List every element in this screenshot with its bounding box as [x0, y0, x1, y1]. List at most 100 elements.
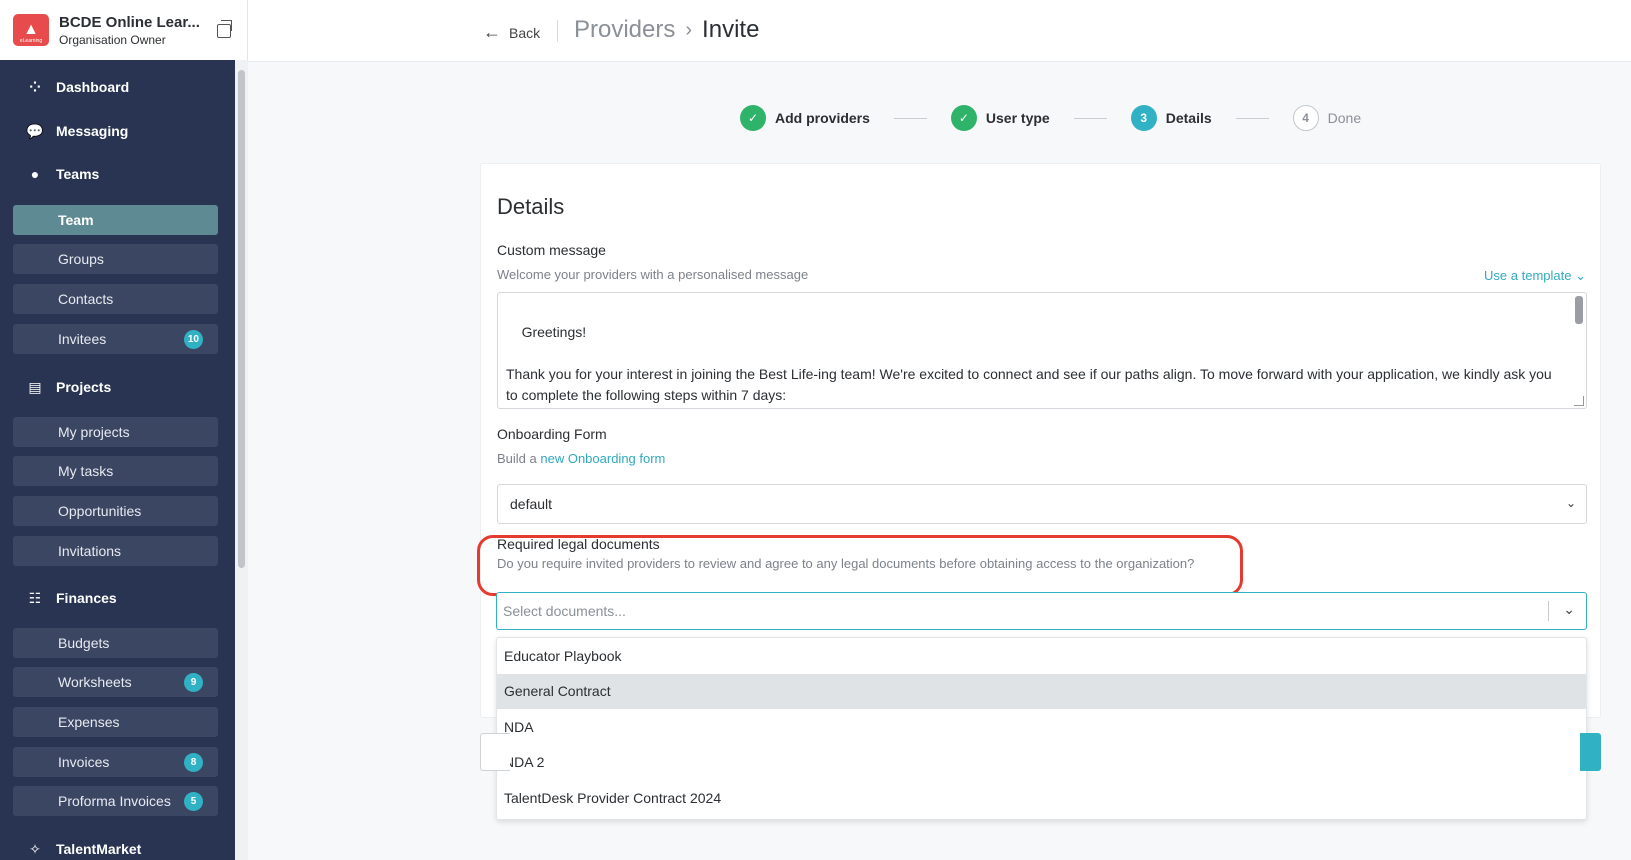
switch-org-icon[interactable] [217, 20, 232, 38]
menu-option[interactable]: NDA [497, 709, 1586, 745]
step-done: 4 Done [1292, 105, 1362, 131]
chevron-right-icon: › [685, 18, 693, 41]
step-label: User type [985, 110, 1050, 126]
sidebar-section-finances[interactable]: ☷ Finances [26, 589, 117, 607]
chevron-down-icon[interactable]: ⌄ [1563, 601, 1575, 618]
top-bar [248, 0, 1631, 62]
sidebar-scrollbar[interactable] [235, 60, 248, 860]
new-onboarding-form-link[interactable]: new Onboarding form [540, 451, 665, 466]
check-icon: ✓ [950, 105, 977, 131]
sidebar-item-label: Expenses [58, 714, 120, 730]
sidebar-item-label: Contacts [58, 291, 114, 307]
sidebar-section-label: Teams [56, 166, 100, 182]
legal-documents-menu: Educator Playbook General Contract NDA N… [496, 637, 1587, 820]
back-button[interactable]: ← Back [483, 22, 540, 43]
count-badge: 10 [183, 330, 203, 349]
sidebar-item-my-tasks[interactable]: My tasks [13, 456, 218, 486]
teams-icon: ● [30, 166, 40, 182]
sidebar-item-budgets[interactable]: Budgets [13, 628, 218, 658]
sidebar-section-dashboard[interactable]: ⁘ Dashboard [26, 78, 129, 96]
sidebar-item-invoices[interactable]: Invoices 8 [13, 747, 218, 777]
use-template-link[interactable]: Use a template ⌄ [1484, 268, 1586, 284]
step-label: Add providers [775, 110, 870, 126]
step-connector [1235, 117, 1269, 119]
custom-message-text: Greetings! Thank you for your interest i… [506, 324, 1552, 403]
org-logo-text: eLearning [19, 38, 43, 44]
messaging-icon: 💬 [26, 122, 44, 139]
sidebar-item-groups[interactable]: Groups [13, 244, 218, 274]
sidebar-item-opportunities[interactable]: Opportunities [13, 496, 218, 526]
sidebar-section-label: Finances [56, 590, 117, 606]
details-card: Details Custom message Welcome your prov… [480, 163, 1601, 718]
onboarding-help-prefix: Build a [497, 451, 537, 466]
sidebar-section-label: Projects [56, 379, 112, 395]
step-label: Details [1165, 110, 1212, 126]
chevron-down-icon: ⌄ [1575, 268, 1586, 283]
step-user-type: ✓ User type [950, 105, 1050, 131]
sidebar: ▲ eLearning BCDE Online Lear... Organisat… [0, 0, 248, 860]
step-add-providers: ✓ Add providers [740, 105, 870, 131]
step-connector [1073, 117, 1107, 119]
sidebar-section-messaging[interactable]: 💬 Messaging [26, 122, 128, 140]
menu-option[interactable]: General Contract [497, 673, 1586, 709]
sidebar-item-label: Worksheets [58, 674, 132, 690]
check-icon: ✓ [740, 105, 766, 131]
sidebar-section-teams[interactable]: ● Teams [26, 165, 100, 183]
count-badge: 9 [184, 673, 203, 692]
custom-message-textarea[interactable]: Greetings! Thank you for your interest i… [497, 292, 1587, 409]
count-badge: 8 [184, 753, 203, 772]
sidebar-scroll-thumb[interactable] [238, 70, 245, 568]
sidebar-item-invitations[interactable]: Invitations [13, 536, 218, 566]
sidebar-section-label: Messaging [56, 123, 129, 139]
sidebar-item-contacts[interactable]: Contacts [13, 284, 218, 314]
sidebar-item-label: Invoices [58, 754, 110, 770]
card-title: Details [497, 194, 565, 219]
chevron-down-icon: ⌄ [1565, 496, 1576, 510]
onboarding-form-select[interactable]: default ⌄ [497, 484, 1587, 524]
arrow-left-icon: ← [483, 22, 501, 42]
sidebar-item-label: Proforma Invoices [58, 793, 171, 809]
sidebar-section-label: Dashboard [56, 79, 130, 95]
breadcrumb: Providers › Invite [574, 16, 759, 44]
sidebar-item-label: Budgets [58, 635, 110, 651]
menu-option[interactable]: TalentDesk Provider Contract 2024 [497, 780, 1586, 816]
sidebar-item-worksheets[interactable]: Worksheets 9 [13, 667, 218, 697]
finances-icon: ☷ [28, 589, 42, 606]
menu-option[interactable]: Educator Playbook [497, 638, 1586, 674]
step-label: Done [1327, 110, 1362, 126]
textarea-scrollbar[interactable] [1575, 296, 1583, 324]
onboarding-selected-value: default [510, 496, 553, 512]
sidebar-item-invitees[interactable]: Invitees 10 [13, 324, 218, 354]
step-number: 4 [1292, 105, 1319, 131]
select-divider [1548, 601, 1549, 621]
next-button[interactable] [1580, 733, 1601, 771]
sidebar-item-label: My tasks [58, 463, 114, 479]
onboarding-form-label: Onboarding Form [497, 426, 607, 442]
step-connector [893, 117, 927, 119]
sidebar-section-talentmarket[interactable]: ✧ TalentMarket [26, 840, 141, 858]
projects-icon: ▤ [28, 378, 42, 395]
wizard-steps: ✓ Add providers ✓ User type 3 Details 4 … [740, 105, 1361, 131]
sidebar-item-team[interactable]: Team [13, 205, 218, 235]
sidebar-item-label: Invitees [58, 331, 107, 347]
talentmarket-icon: ✧ [29, 840, 41, 857]
sidebar-item-label: Team [58, 212, 94, 228]
sidebar-item-proforma-invoices[interactable]: Proforma Invoices 5 [13, 786, 218, 816]
previous-button[interactable] [480, 733, 510, 771]
sidebar-item-label: My projects [58, 424, 130, 440]
legal-documents-select[interactable]: Select documents... ⌄ [496, 592, 1587, 630]
divider [557, 20, 558, 42]
step-number: 3 [1130, 105, 1157, 131]
org-switcher[interactable]: ▲ eLearning BCDE Online Lear... Organisat… [0, 0, 248, 60]
dashboard-icon: ⁘ [29, 78, 41, 95]
breadcrumb-providers[interactable]: Providers [574, 16, 675, 44]
menu-option[interactable]: NDA 2 [497, 745, 1586, 781]
sidebar-item-label: Groups [58, 251, 104, 267]
sidebar-item-expenses[interactable]: Expenses [13, 707, 218, 737]
back-label: Back [509, 24, 541, 41]
resize-handle-icon[interactable] [1574, 396, 1584, 406]
onboarding-form-help: Build a new Onboarding form [497, 451, 665, 466]
sidebar-item-my-projects[interactable]: My projects [13, 417, 218, 447]
sidebar-section-projects[interactable]: ▤ Projects [26, 378, 111, 396]
legal-documents-placeholder: Select documents... [503, 603, 626, 619]
